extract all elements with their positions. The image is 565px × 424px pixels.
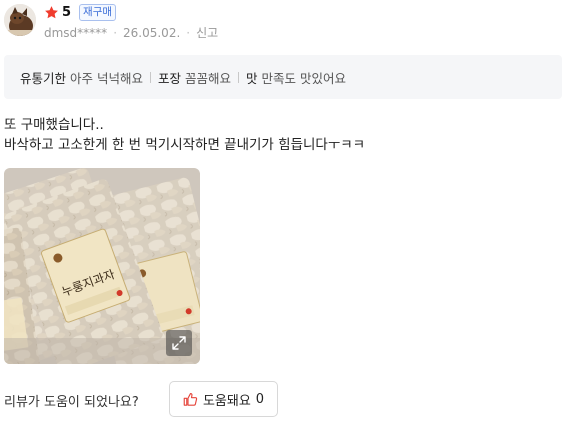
author-name: dmsd*****	[44, 25, 108, 40]
star-icon	[45, 5, 58, 18]
review-text-line: 바삭하고 고소한게 한 번 먹기시작하면 끝내기가 힘듭니다ㅜㅋㅋ	[4, 137, 366, 153]
attr-item-expiry: 유통기한 아주 넉넉해요	[20, 68, 143, 87]
review-text-line: 또 구매했습니다..	[4, 117, 104, 133]
attr-divider	[150, 71, 151, 83]
review-body: 또 구매했습니다.. 바삭하고 고소한게 한 번 먹기시작하면 끝내기가 힘듭니…	[4, 115, 365, 155]
attr-key: 맛	[246, 70, 258, 86]
rating-row: 5 재구매	[44, 3, 117, 21]
attr-key: 포장	[158, 70, 182, 86]
review-date: 26.05.02.	[123, 25, 181, 40]
helpful-count: 0	[255, 391, 265, 407]
attr-key: 유통기한	[20, 70, 67, 86]
review-attributes: 유통기한 아주 넉넉해요 포장 꼼꼼해요 맛 만족도 맛있어요	[4, 55, 562, 99]
review-meta: dmsd***** · 26.05.02. · 신고	[44, 24, 218, 41]
rating-value: 5	[62, 4, 72, 20]
attr-item-taste: 맛 만족도 맛있어요	[246, 68, 346, 87]
attr-value: 아주 넉넉해요	[70, 70, 143, 86]
report-link[interactable]: 신고	[196, 24, 218, 41]
review-photo[interactable]: 누룽지과자	[4, 168, 200, 364]
attr-value: 꼼꼼해요	[185, 70, 232, 86]
meta-separator: ·	[186, 25, 191, 40]
helpful-button[interactable]: 도움돼요 0	[169, 381, 278, 417]
repurchase-badge: 재구매	[79, 3, 117, 21]
avatar	[4, 4, 36, 36]
helpful-question: 리뷰가 도움이 되었나요?	[4, 395, 139, 410]
attr-divider	[238, 71, 240, 83]
attr-item-packaging: 포장 꼼꼼해요	[158, 68, 231, 87]
expand-icon	[172, 336, 186, 350]
helpful-button-label: 도움돼요	[202, 393, 251, 409]
avatar-image	[4, 4, 36, 36]
expand-photo-button[interactable]	[166, 330, 192, 356]
meta-separator: ·	[113, 25, 118, 40]
attr-value: 만족도 맛있어요	[261, 70, 347, 86]
thumbs-up-icon	[183, 392, 198, 406]
